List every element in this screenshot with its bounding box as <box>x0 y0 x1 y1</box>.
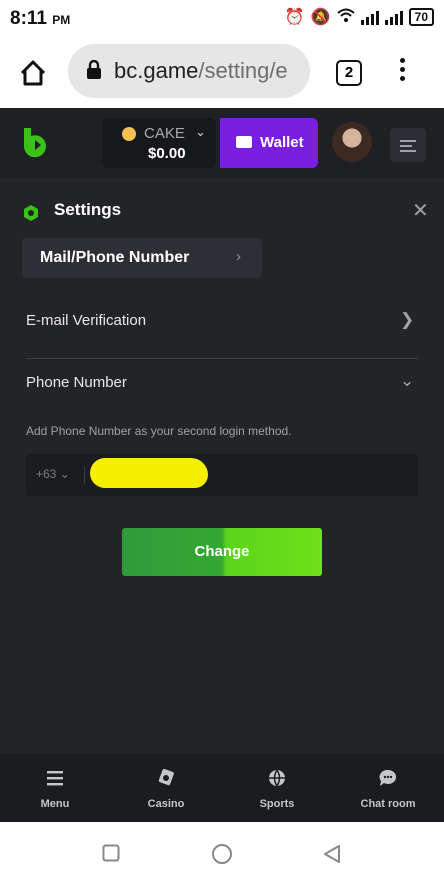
currency-label: CAKE <box>144 125 185 142</box>
tab-switcher-button[interactable]: 2 <box>336 60 362 86</box>
close-icon[interactable]: ✕ <box>412 198 429 223</box>
status-icons: ⏰ 🔕 70 <box>285 6 434 28</box>
divider <box>84 466 85 484</box>
menu-icon <box>47 771 63 786</box>
status-time: 8:11 PM <box>10 8 71 29</box>
chevron-down-icon: ⌄ <box>195 124 206 139</box>
sports-icon <box>269 769 285 787</box>
app-content: CAKE ⌄ $0.00 Wallet Settings ✕ Mail/Phon… <box>0 108 444 822</box>
phone-hint-text: Add Phone Number as your second login me… <box>26 424 292 438</box>
cake-coin-icon <box>122 127 136 141</box>
redaction-mark <box>90 458 208 488</box>
home-icon[interactable] <box>18 58 48 88</box>
nav-menu[interactable]: Menu <box>10 768 100 810</box>
chevron-right-icon[interactable]: ❯ <box>400 310 414 330</box>
silent-icon: 🔕 <box>310 9 331 26</box>
battery-indicator: 70 <box>408 8 434 26</box>
section-label: Mail/Phone Number <box>40 249 190 266</box>
wallet-button[interactable]: Wallet <box>220 118 318 168</box>
chevron-down-icon[interactable]: ⌄ <box>400 371 414 391</box>
signal-icon-2 <box>384 9 403 25</box>
system-nav-bar <box>0 822 444 888</box>
chevron-right-icon: › <box>236 248 241 265</box>
email-verification-row[interactable]: E-mail Verification <box>26 312 146 329</box>
back-icon[interactable] <box>322 844 342 864</box>
recents-icon[interactable] <box>102 844 120 862</box>
bottom-nav: Menu Casino Sports Chat room <box>0 754 444 822</box>
nav-casino[interactable]: Casino <box>121 768 211 810</box>
alarm-icon: ⏰ <box>284 9 305 26</box>
page-title: Settings <box>54 200 122 219</box>
avatar[interactable] <box>332 122 372 162</box>
hamburger-menu-button[interactable] <box>390 128 426 162</box>
url-text: bc.game/setting/e <box>114 58 288 83</box>
status-bar: 8:11 PM ⏰ 🔕 70 <box>0 0 444 36</box>
signal-icon <box>360 9 379 25</box>
settings-gear-icon <box>22 204 40 227</box>
system-home-icon[interactable] <box>211 843 233 865</box>
lock-icon <box>86 59 102 85</box>
change-button[interactable]: Change <box>122 528 322 576</box>
bcgame-logo[interactable] <box>22 126 52 165</box>
address-bar[interactable]: bc.game/setting/e <box>68 44 310 98</box>
divider <box>26 358 418 359</box>
nav-sports[interactable]: Sports <box>232 768 322 810</box>
country-code-select[interactable]: +63 ⌄ <box>36 467 70 481</box>
app-header: CAKE ⌄ $0.00 Wallet <box>0 108 444 178</box>
phone-number-row[interactable]: Phone Number <box>26 374 127 391</box>
nav-chat-room[interactable]: Chat room <box>343 768 433 810</box>
balance-amount: $0.00 <box>148 145 186 162</box>
wallet-icon <box>236 136 252 148</box>
section-selector[interactable]: Mail/Phone Number › <box>22 238 262 278</box>
wifi-icon <box>336 8 355 27</box>
browser-toolbar: bc.game/setting/e 2 <box>0 36 444 108</box>
wallet-label: Wallet <box>260 134 304 151</box>
phone-number-field[interactable]: +63 ⌄ <box>26 454 418 496</box>
balance-selector[interactable]: CAKE ⌄ $0.00 <box>102 118 216 168</box>
casino-icon <box>158 768 174 786</box>
chat-icon <box>379 769 397 786</box>
more-options-icon[interactable] <box>398 58 406 85</box>
